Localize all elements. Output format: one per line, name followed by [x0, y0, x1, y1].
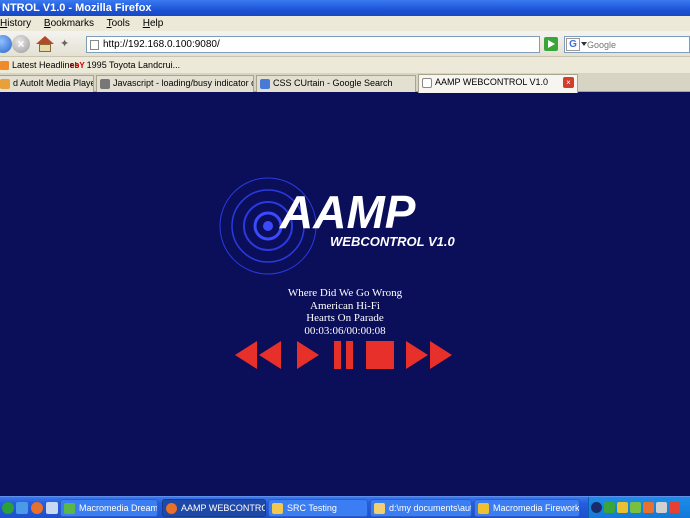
tray-app-icon[interactable]	[630, 502, 641, 513]
bookmark-toyota[interactable]: ebY 1995 Toyota Landcrui...	[70, 57, 180, 74]
dreamweaver-icon	[64, 503, 75, 514]
go-button[interactable]	[544, 37, 558, 51]
track-time: 00:03:06/00:00:08	[304, 324, 386, 337]
aamp-logo: AAMP WEBCONTROL V1.0	[219, 177, 455, 275]
rss-icon	[0, 61, 9, 71]
pause-button[interactable]	[331, 341, 357, 369]
tab-aamp-webcontrol[interactable]: AAMP WEBCONTROL V1.0 ×	[418, 74, 578, 93]
windows-taskbar: Macromedia Dreamw... AAMP WEBCONTROL... …	[0, 496, 690, 518]
track-info: Where Did We Go Wrong American Hi-Fi Hea…	[245, 287, 445, 337]
google-icon[interactable]: G	[566, 38, 580, 51]
stop-icon	[366, 341, 394, 369]
firefox-icon	[166, 503, 177, 514]
home-button[interactable]	[36, 36, 54, 52]
taskbar-item-dreamweaver[interactable]: Macromedia Dreamw...	[60, 499, 158, 517]
fast-forward-icon	[406, 341, 452, 369]
start-button[interactable]	[2, 502, 14, 514]
menu-item-tools[interactable]: Tools	[107, 18, 130, 29]
tray-app-icon[interactable]	[617, 502, 628, 513]
quicklaunch-ie-icon[interactable]	[16, 502, 28, 514]
pause-icon	[334, 341, 353, 369]
track-title: Where Did We Go Wrong	[287, 287, 403, 299]
quicklaunch-desktop-icon[interactable]	[46, 502, 58, 514]
rewind-icon	[235, 341, 281, 369]
home-icon	[36, 36, 54, 44]
window-title-bar[interactable]: NTROL V1.0 - Mozilla Firefox	[0, 0, 690, 16]
back-button[interactable]	[0, 35, 12, 53]
taskbar-item-my-documents[interactable]: d:\my documents\aut...	[370, 499, 472, 517]
tray-app-icon[interactable]	[656, 502, 667, 513]
system-tray	[588, 497, 690, 518]
autoit-icon	[0, 79, 10, 89]
menu-item-help[interactable]: Help	[143, 18, 164, 29]
tab-autoit-media-player[interactable]: d AutoIt Media Player -...	[0, 75, 94, 92]
taskbar-item-aamp-webcontrol[interactable]: AAMP WEBCONTROL...	[162, 499, 266, 517]
track-artist: American Hi-Fi	[310, 299, 380, 312]
folder-icon	[272, 503, 283, 514]
rewind-button[interactable]	[233, 341, 283, 369]
folder-icon	[374, 503, 385, 514]
fast-forward-button[interactable]	[404, 341, 456, 369]
window-title: NTROL V1.0 - Mozilla Firefox	[2, 2, 152, 14]
play-icon	[297, 341, 319, 369]
url-text: http://192.168.0.100:9080/	[103, 39, 220, 50]
tray-expand-icon[interactable]	[591, 502, 602, 513]
playback-controls	[233, 341, 463, 371]
address-bar[interactable]: http://192.168.0.100:9080/	[86, 36, 540, 53]
menu-item-history[interactable]: History	[0, 18, 31, 29]
page-content: AAMP WEBCONTROL V1.0 Where Did We Go Wro…	[0, 93, 690, 488]
page-icon	[100, 79, 110, 89]
taskbar-item-fireworks[interactable]: Macromedia Firework...	[474, 499, 580, 517]
search-input[interactable]	[587, 38, 687, 51]
quicklaunch-firefox-icon[interactable]	[31, 502, 43, 514]
play-button[interactable]	[295, 341, 321, 369]
close-tab-icon[interactable]: ×	[563, 77, 574, 88]
google-icon	[260, 79, 270, 89]
page-icon	[422, 78, 432, 88]
ebay-icon: ebY	[70, 61, 85, 70]
taskbar-item-src-testing[interactable]: SRC Testing	[268, 499, 368, 517]
bookmarks-toolbar: Latest Headlines ebY 1995 Toyota Landcrui…	[0, 57, 690, 73]
tab-css-curtain-search[interactable]: CSS CUrtain - Google Search	[256, 75, 416, 92]
bookmark-latest-headlines[interactable]: Latest Headlines	[0, 57, 79, 73]
extension-icon[interactable]: ✦	[60, 38, 72, 50]
close-icon: ×	[17, 37, 25, 51]
tray-app-icon[interactable]	[669, 502, 680, 513]
tray-app-icon[interactable]	[604, 502, 615, 513]
logo-title: AAMP	[279, 186, 416, 238]
navigation-toolbar: × ✦ http://192.168.0.100:9080/ G	[0, 31, 690, 57]
menu-item-bookmarks[interactable]: Bookmarks	[44, 18, 94, 29]
page-icon	[90, 40, 99, 50]
tab-javascript-loading[interactable]: Javascript - loading/busy indicator or t…	[96, 75, 254, 92]
search-box: G	[564, 36, 690, 53]
fireworks-icon	[478, 503, 489, 514]
tray-app-icon[interactable]	[643, 502, 654, 513]
logo-subtitle: WEBCONTROL V1.0	[330, 234, 455, 249]
tab-bar: d AutoIt Media Player -... Javascript - …	[0, 73, 690, 93]
menu-bar: History Bookmarks Tools Help	[0, 16, 690, 31]
stop-playback-button[interactable]	[365, 341, 395, 369]
track-album: Hearts On Parade	[306, 312, 384, 324]
